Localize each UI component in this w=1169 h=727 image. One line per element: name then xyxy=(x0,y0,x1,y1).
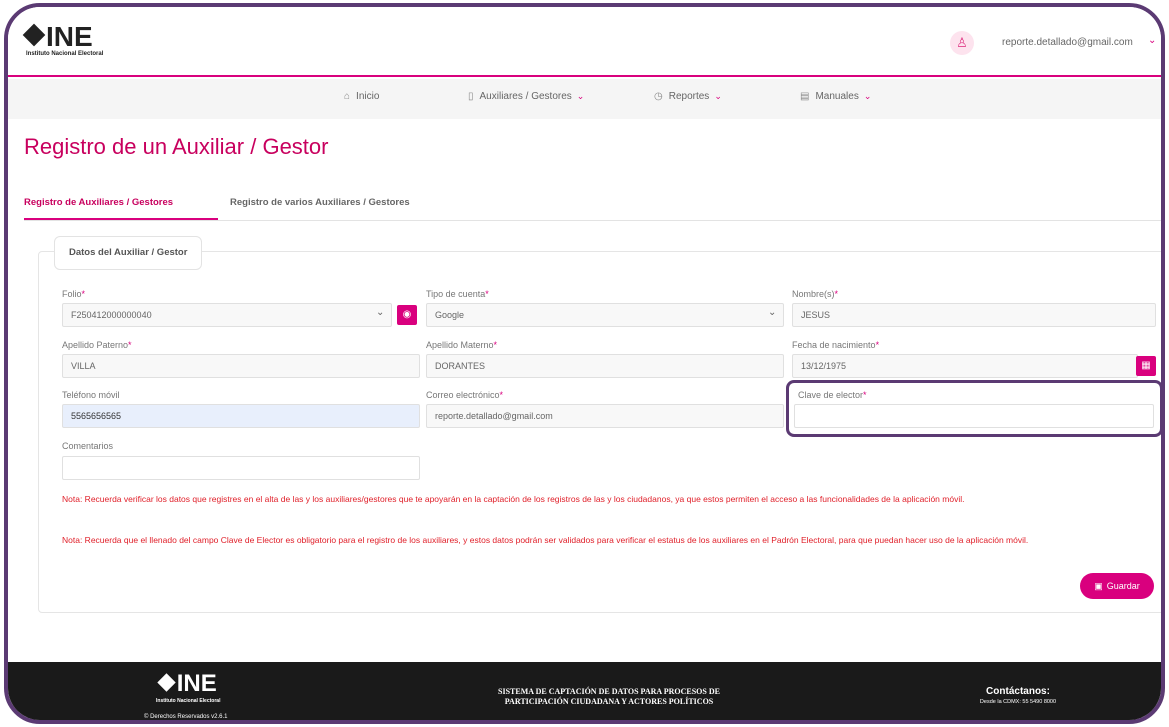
contact-title: Contáctanos: xyxy=(986,686,1050,697)
home-icon: ⌂ xyxy=(344,91,351,102)
save-button-label: Guardar xyxy=(1106,581,1140,591)
footer-system-line: SISTEMA DE CAPTACIÓN DE DATOS PARA PROCE… xyxy=(498,687,720,696)
correo-label: Correo electrónico* xyxy=(426,390,504,400)
tab-registro-varios[interactable]: Registro de varios Auxiliares / Gestores xyxy=(230,197,410,208)
footer-system-line: PARTICIPACIÓN CIUDADANA Y ACTORES POLÍTI… xyxy=(504,697,714,706)
note-clave-elector: Nota: Recuerda que el llenado del campo … xyxy=(62,535,1029,545)
nombre-label: Nombre(s)* xyxy=(792,289,839,299)
footer-logo: INE Instituto Nacional Electoral xyxy=(156,670,220,704)
fecha-nacimiento-label: Fecha de nacimiento* xyxy=(792,340,880,350)
user-email[interactable]: reporte.detallado@gmail.com xyxy=(1002,37,1133,48)
footer-rights: © Derechos Reservados v2.6.1 xyxy=(144,714,228,720)
footer-system-name: SISTEMA DE CAPTACIÓN DE DATOS PARA PROCE… xyxy=(464,687,754,707)
top-header: INE Instituto Nacional Electoral ♙ repor… xyxy=(8,7,1161,77)
tipo-cuenta-label: Tipo de cuenta* xyxy=(426,289,489,299)
main-nav: ⌂ Inicio ▯ Auxiliares / Gestores ⌄ ◷ Reporte… xyxy=(8,79,1161,119)
footer-contact: Contáctanos: Desde la CDMX: 55 5490 8000 xyxy=(948,686,1088,705)
nav-item-manuales[interactable]: ▤ Manuales ⌄ xyxy=(800,91,871,102)
floppy-disk-icon: ▣ xyxy=(1094,581,1103,591)
app-frame: INE Instituto Nacional Electoral ♙ repor… xyxy=(4,3,1165,724)
tipo-cuenta-select[interactable]: Google xyxy=(426,303,784,327)
footer: INE Instituto Nacional Electoral © Derec… xyxy=(8,662,1161,720)
clave-elector-highlight xyxy=(786,380,1161,437)
user-avatar-icon[interactable]: ♙ xyxy=(950,31,974,55)
apellido-paterno-label: Apellido Paterno* xyxy=(62,340,132,350)
note-verify-data: Nota: Recuerda verificar los datos que r… xyxy=(62,494,965,504)
form-legend: Datos del Auxiliar / Gestor xyxy=(54,236,203,270)
comentarios-input[interactable] xyxy=(62,456,420,480)
ine-diamond-icon xyxy=(157,673,176,692)
comentarios-label: Comentarios xyxy=(62,441,114,451)
telefono-label: Teléfono móvil xyxy=(62,390,120,400)
footer-logo-subtitle: Instituto Nacional Electoral xyxy=(156,698,221,704)
apellido-paterno-input[interactable]: VILLA xyxy=(62,354,420,378)
nav-item-label: Reportes xyxy=(668,91,710,102)
chevron-down-icon: ⌄ xyxy=(863,91,872,101)
clock-icon: ◷ xyxy=(654,91,663,102)
document-icon: ▯ xyxy=(468,91,474,102)
chevron-down-icon: ⌄ xyxy=(576,91,585,101)
logo-subtitle: Instituto Nacional Electoral xyxy=(26,51,104,57)
page-title: Registro de un Auxiliar / Gestor xyxy=(24,134,329,159)
user-menu-chevron-icon[interactable]: ⌄ xyxy=(1148,35,1156,46)
active-tab-indicator xyxy=(24,218,218,220)
nav-item-label: Inicio xyxy=(356,91,380,102)
fecha-nacimiento-input[interactable]: 13/12/1975 xyxy=(792,354,1138,378)
apellido-materno-label: Apellido Materno* xyxy=(426,340,498,350)
chevron-down-icon[interactable]: ⌄ xyxy=(376,307,384,318)
chevron-down-icon: ⌄ xyxy=(714,91,722,101)
save-button[interactable]: ▣ Guardar xyxy=(1080,573,1154,599)
folio-select[interactable]: F250412000000040 xyxy=(62,303,392,327)
telefono-input[interactable]: 5565656565 xyxy=(62,404,420,428)
tab-registro-individual[interactable]: Registro de Auxiliares / Gestores xyxy=(24,197,173,208)
chevron-down-icon[interactable]: ⌄ xyxy=(768,307,776,318)
contact-phone[interactable]: Desde la CDMX: 55 5490 8000 xyxy=(948,699,1088,705)
correo-input[interactable]: reporte.detallado@gmail.com xyxy=(426,404,784,428)
footer-logo-text: INE xyxy=(176,670,217,697)
nav-item-label: Manuales xyxy=(815,91,859,102)
nav-item-inicio[interactable]: ⌂ Inicio xyxy=(344,91,379,102)
nav-item-auxiliares[interactable]: ▯ Auxiliares / Gestores ⌄ xyxy=(468,91,584,102)
apellido-materno-input[interactable]: DORANTES xyxy=(426,354,784,378)
calendar-icon[interactable]: ▦ xyxy=(1136,356,1156,376)
ine-logo[interactable]: INE Instituto Nacional Electoral xyxy=(22,21,104,57)
manual-icon: ▤ xyxy=(800,91,810,102)
logo-text: INE xyxy=(46,21,93,52)
nombre-input[interactable]: JESUS xyxy=(792,303,1156,327)
ine-diamond-icon xyxy=(22,23,46,47)
folio-label: Folio* xyxy=(62,289,86,299)
view-eye-icon[interactable]: ◉ xyxy=(397,305,417,325)
nav-item-label: Auxiliares / Gestores xyxy=(479,91,572,102)
tab-bar: Registro de Auxiliares / Gestores Regist… xyxy=(24,195,1161,221)
nav-item-reportes[interactable]: ◷ Reportes ⌄ xyxy=(654,91,722,102)
